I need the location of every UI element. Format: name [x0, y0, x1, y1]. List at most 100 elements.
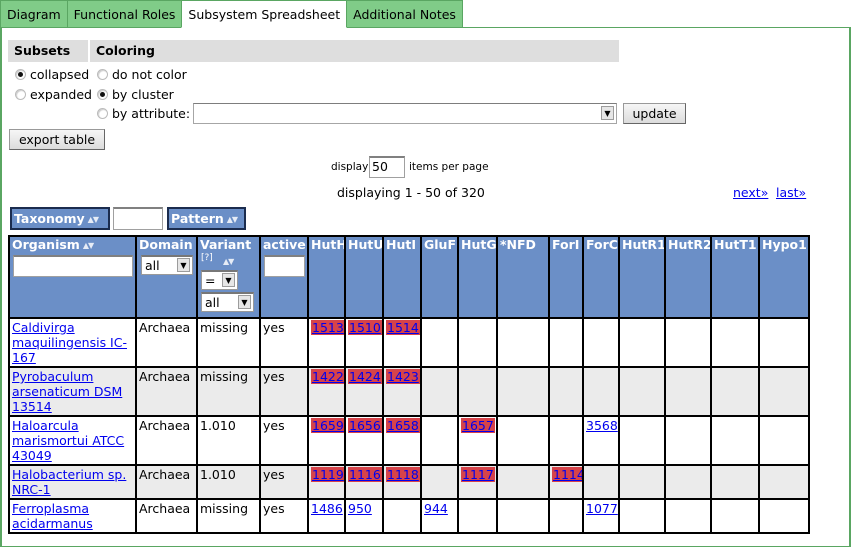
peg-link[interactable]: 950: [348, 501, 372, 516]
gene-column-header: ForI: [548, 235, 584, 319]
gene-cell: [420, 464, 459, 500]
radio-collapsed[interactable]: [15, 69, 26, 80]
gene-cell: [496, 415, 550, 466]
active-value: yes: [263, 467, 285, 482]
active-value-cell: yes: [259, 464, 309, 500]
organism-link[interactable]: Caldivirga maquilingensis IC-167: [12, 320, 127, 365]
tab-diagram[interactable]: Diagram: [0, 0, 68, 28]
gene-cell: [618, 366, 666, 417]
export-table-button[interactable]: export table: [9, 129, 105, 150]
peg-link[interactable]: 944: [424, 501, 448, 516]
active-value-cell: yes: [259, 366, 309, 417]
coloring-attribute-option[interactable]: by attribute:: [97, 106, 190, 121]
gene-cell: [710, 366, 760, 417]
peg-link[interactable]: 1118: [386, 467, 419, 482]
domain-filter-value: all: [145, 258, 160, 273]
tab-functional-roles[interactable]: Functional Roles: [66, 0, 183, 28]
organism-link[interactable]: Haloarcula marismortui ATCC 43049: [12, 418, 124, 463]
active-header-label: active: [263, 237, 306, 252]
sort-icon[interactable]: ▲▼: [83, 241, 94, 250]
domain-filter-select[interactable]: all ▼: [141, 255, 193, 275]
peg-link[interactable]: 1424: [348, 369, 381, 384]
gene-cell: [710, 464, 760, 500]
variant-value: missing: [200, 320, 249, 335]
peg-link[interactable]: 1510: [348, 320, 381, 335]
organism-header-label: Organism: [12, 237, 80, 252]
gene-cell: [382, 498, 422, 534]
subset-collapsed-option[interactable]: collapsed: [15, 67, 89, 82]
peg-link[interactable]: 1117: [461, 467, 495, 482]
variant-value: missing: [200, 501, 249, 516]
taxonomy-sort-header[interactable]: Taxonomy ▲▼: [10, 207, 110, 230]
gene-cell: [664, 415, 712, 466]
organism-link-cell: Ferroplasma acidarmanus: [8, 498, 137, 534]
peg-link[interactable]: 1422: [311, 369, 343, 384]
coloring-none-option[interactable]: do not color: [97, 67, 187, 82]
gene-cell: 1510: [344, 317, 384, 368]
tab-subsystem-spreadsheet[interactable]: Subsystem Spreadsheet: [181, 0, 348, 28]
variant-help-link[interactable]: [?]: [201, 253, 213, 263]
radio-by-attribute[interactable]: [97, 108, 108, 119]
gene-cell: 950: [344, 498, 384, 534]
peg-link[interactable]: 1119: [311, 467, 343, 482]
peg-link[interactable]: 1486: [311, 501, 343, 516]
active-filter-input[interactable]: yes: [264, 255, 305, 277]
gene-column-header: HutR1: [618, 235, 666, 319]
sort-icon[interactable]: ▲▼: [223, 257, 234, 266]
gene-column-header: HutG: [457, 235, 498, 319]
table-row: Pyrobaculum arsenaticum DSM 13514 Archaea…: [8, 366, 810, 417]
radio-do-not-color[interactable]: [97, 69, 108, 80]
gene-cell: [420, 415, 459, 466]
attribute-select[interactable]: ▼: [193, 103, 617, 124]
gene-cell: 1117: [457, 464, 498, 500]
peg-link[interactable]: 1659: [311, 418, 343, 433]
items-per-page-input[interactable]: 50: [369, 156, 405, 178]
sort-icon[interactable]: ▲▼: [227, 215, 238, 224]
sort-icon[interactable]: ▲▼: [88, 215, 99, 224]
coloring-cluster-option[interactable]: by cluster: [97, 87, 174, 102]
chevron-down-icon: ▼: [601, 106, 614, 120]
variant-operator-select[interactable]: = ▼: [201, 270, 238, 290]
organism-link[interactable]: Halobacterium sp. NRC-1: [12, 467, 126, 497]
active-value: yes: [263, 320, 285, 335]
domain-column-header: Domain all ▼: [135, 235, 198, 319]
items-per-page-label: items per page: [409, 161, 489, 173]
peg-link[interactable]: 3568: [586, 418, 617, 433]
radio-by-cluster[interactable]: [97, 89, 108, 100]
table-row: Halobacterium sp. NRC-1 Archaea 1.010 yes 11…: [8, 464, 810, 500]
taxonomy-filter-input[interactable]: [113, 207, 163, 230]
peg-link[interactable]: 1656: [348, 418, 381, 433]
peg-link[interactable]: 1114: [552, 467, 581, 482]
tab-additional-notes[interactable]: Additional Notes: [346, 0, 463, 28]
peg-link[interactable]: 1514: [386, 320, 419, 335]
variant-value: missing: [200, 369, 249, 384]
last-page-link[interactable]: last»: [776, 185, 806, 200]
active-value: yes: [263, 418, 285, 433]
gene-cell: 1514: [382, 317, 422, 368]
gene-column-header: ForC: [582, 235, 620, 319]
gene-cell: [618, 464, 666, 500]
subset-expanded-option[interactable]: expanded: [15, 87, 92, 102]
domain-value-cell: Archaea: [135, 464, 198, 500]
table-row: Caldivirga maquilingensis IC-167 Archaea m…: [8, 317, 810, 368]
peg-link[interactable]: 1423: [386, 369, 419, 384]
peg-link[interactable]: 1077: [586, 501, 617, 516]
peg-link[interactable]: 1513: [311, 320, 343, 335]
next-page-link[interactable]: next»: [733, 185, 768, 200]
gene-cell: [496, 317, 550, 368]
peg-link[interactable]: 1658: [386, 418, 419, 433]
peg-link[interactable]: 1116: [348, 467, 381, 482]
radio-expanded[interactable]: [15, 89, 26, 100]
variant-value-select[interactable]: all ▼: [201, 292, 254, 312]
update-button[interactable]: update: [623, 103, 686, 124]
variant-value-cell: missing: [196, 317, 261, 368]
organism-filter-input[interactable]: [13, 255, 133, 277]
pattern-sort-header[interactable]: Pattern ▲▼: [167, 207, 246, 230]
gene-cell: [758, 415, 810, 466]
subset-collapsed-label: collapsed: [30, 67, 90, 82]
gene-cell: [758, 498, 810, 534]
gene-cell: [582, 317, 620, 368]
table-row: Ferroplasma acidarmanus Archaea missing yes…: [8, 498, 810, 534]
organism-link[interactable]: Pyrobaculum arsenaticum DSM 13514: [12, 369, 122, 414]
peg-link[interactable]: 1657: [461, 418, 495, 433]
